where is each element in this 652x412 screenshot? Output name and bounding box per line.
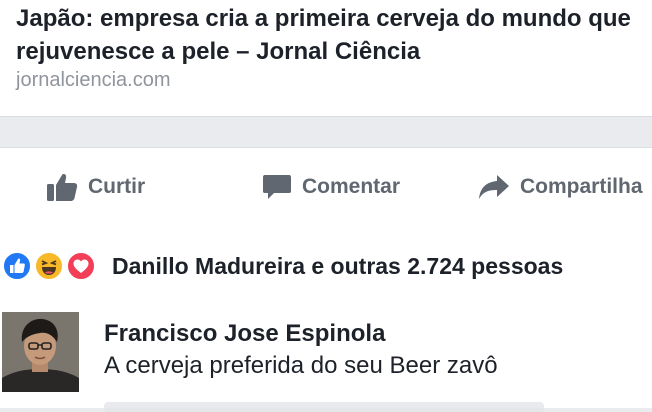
comment-author[interactable]: Francisco Jose Espinola [104,320,385,348]
comment-item: Francisco Jose Espinola A cerveja prefer… [0,310,652,412]
like-label: Curtir [88,175,146,198]
comment-label: Comentar [302,175,401,198]
share-label: Compartilha [520,175,643,198]
link-preview-card[interactable]: Japão: empresa cria a primeira cerveja d… [0,0,652,117]
avatar[interactable] [2,312,79,392]
comment-text: A cerveja preferida do seu Beer zavô [104,352,498,379]
share-button[interactable]: Compartilha [478,172,643,202]
thumbs-up-icon [46,172,78,202]
like-button[interactable]: Curtir [46,172,145,202]
post-action-bar: Curtir Comentar Compartilha [0,147,652,227]
link-title[interactable]: Japão: empresa cria a primeira cerveja d… [16,2,646,68]
reactions-summary-text: Danillo Madureira e outras 2.724 pessoas [112,253,564,279]
link-domain: jornalciencia.com [16,69,171,91]
comment-button[interactable]: Comentar [262,172,400,202]
love-reaction-icon [66,251,96,281]
haha-reaction-icon [34,251,64,281]
comment-bubble-icon [262,173,292,201]
share-arrow-icon [478,174,510,200]
comment-meta-row [104,402,544,412]
like-reaction-icon [2,251,32,281]
reactions-summary[interactable]: Danillo Madureira e outras 2.724 pessoas [0,247,652,287]
